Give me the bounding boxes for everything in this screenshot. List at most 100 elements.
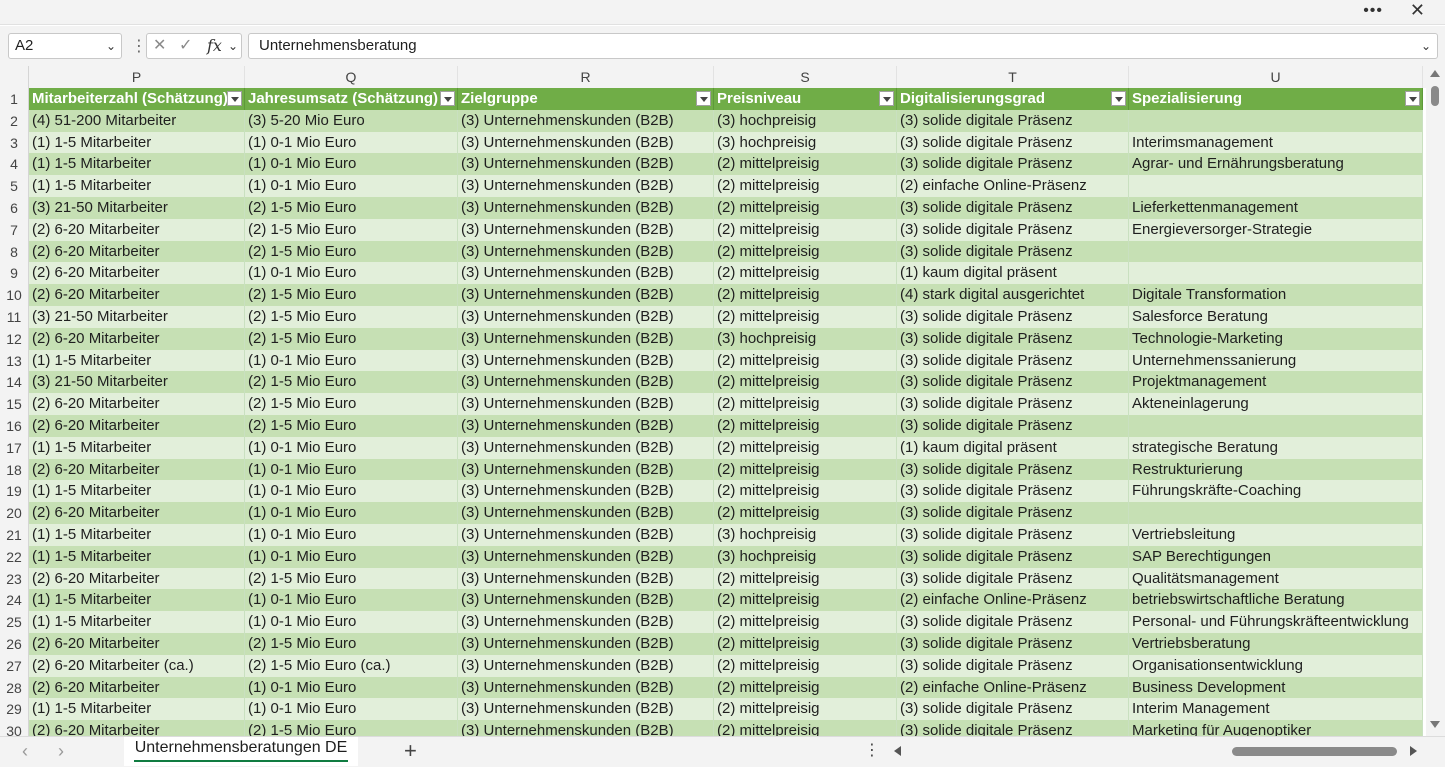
chevron-down-icon[interactable]: ⌄ xyxy=(106,34,116,58)
row-number[interactable]: 25 xyxy=(0,611,29,634)
table-cell[interactable]: (2) 1-5 Mio Euro xyxy=(245,720,458,736)
table-cell[interactable]: (2) 6-20 Mitarbeiter xyxy=(29,327,245,350)
row-number[interactable]: 3 xyxy=(0,131,29,154)
table-cell[interactable]: (1) 1-5 Mitarbeiter xyxy=(29,480,245,503)
table-cell[interactable]: (2) 6-20 Mitarbeiter (ca.) xyxy=(29,654,245,677)
table-cell[interactable]: Digitale Transformation xyxy=(1129,284,1423,307)
table-cell[interactable]: Agrar- und Ernährungsberatung xyxy=(1129,153,1423,176)
table-cell[interactable]: (3) Unternehmenskunden (B2B) xyxy=(458,676,714,699)
table-cell[interactable]: (2) mittelpreisig xyxy=(714,611,897,634)
table-cell[interactable]: (1) 0-1 Mio Euro xyxy=(245,436,458,459)
row-number[interactable]: 13 xyxy=(0,349,29,372)
table-cell[interactable]: (2) mittelpreisig xyxy=(714,676,897,699)
table-cell[interactable]: (3) Unternehmenskunden (B2B) xyxy=(458,545,714,568)
table-cell[interactable]: (2) einfache Online-Präsenz xyxy=(897,676,1129,699)
row-number[interactable]: 6 xyxy=(0,197,29,219)
table-cell[interactable]: (3) solide digitale Präsenz xyxy=(897,458,1129,481)
more-options-icon[interactable]: ••• xyxy=(1363,2,1383,20)
table-cell[interactable]: (3) solide digitale Präsenz xyxy=(897,524,1129,546)
table-header-cell[interactable]: Digitalisierungsgrad xyxy=(897,88,1129,110)
table-cell[interactable]: (3) Unternehmenskunden (B2B) xyxy=(458,567,714,590)
table-cell[interactable]: (2) mittelpreisig xyxy=(714,436,897,459)
table-cell[interactable]: (2) 1-5 Mio Euro xyxy=(245,218,458,241)
table-cell[interactable]: (2) 1-5 Mio Euro xyxy=(245,393,458,416)
table-cell[interactable]: (2) 6-20 Mitarbeiter xyxy=(29,502,245,525)
table-cell[interactable]: Organisationsentwicklung xyxy=(1129,654,1423,677)
table-cell[interactable]: (1) 1-5 Mitarbeiter xyxy=(29,349,245,372)
filter-dropdown-icon[interactable] xyxy=(1405,91,1420,106)
row-number[interactable]: 10 xyxy=(0,284,29,307)
row-number[interactable]: 15 xyxy=(0,393,29,416)
row-number[interactable]: 30 xyxy=(0,720,29,736)
table-cell[interactable]: (3) Unternehmenskunden (B2B) xyxy=(458,458,714,481)
table-cell[interactable]: Lieferkettenmanagement xyxy=(1129,197,1423,219)
row-number[interactable]: 1 xyxy=(0,88,29,110)
column-header-p[interactable]: P xyxy=(29,66,245,88)
row-number[interactable]: 20 xyxy=(0,502,29,525)
table-cell[interactable]: (3) Unternehmenskunden (B2B) xyxy=(458,633,714,655)
table-cell[interactable]: (2) mittelpreisig xyxy=(714,393,897,416)
table-cell[interactable]: Vertriebsberatung xyxy=(1129,633,1423,655)
table-cell[interactable]: Akteneinlagerung xyxy=(1129,393,1423,416)
row-number[interactable]: 14 xyxy=(0,371,29,394)
row-number[interactable]: 24 xyxy=(0,589,29,612)
table-cell[interactable]: (2) 6-20 Mitarbeiter xyxy=(29,415,245,437)
table-cell[interactable]: betriebswirtschaftliche Beratung xyxy=(1129,589,1423,612)
table-cell[interactable]: (3) Unternehmenskunden (B2B) xyxy=(458,480,714,503)
table-cell[interactable] xyxy=(1129,109,1423,132)
table-cell[interactable]: (3) Unternehmenskunden (B2B) xyxy=(458,698,714,721)
table-cell[interactable]: (2) 6-20 Mitarbeiter xyxy=(29,633,245,655)
table-cell[interactable]: (3) Unternehmenskunden (B2B) xyxy=(458,349,714,372)
table-cell[interactable]: (2) 6-20 Mitarbeiter xyxy=(29,458,245,481)
row-number[interactable]: 5 xyxy=(0,175,29,198)
row-number[interactable]: 19 xyxy=(0,480,29,503)
table-cell[interactable]: (1) 1-5 Mitarbeiter xyxy=(29,175,245,198)
table-cell[interactable]: (1) 0-1 Mio Euro xyxy=(245,676,458,699)
table-cell[interactable]: (3) solide digitale Präsenz xyxy=(897,349,1129,372)
column-header-r[interactable]: R xyxy=(458,66,714,88)
table-cell[interactable]: (2) mittelpreisig xyxy=(714,698,897,721)
table-cell[interactable]: Vertriebsleitung xyxy=(1129,524,1423,546)
table-cell[interactable]: (1) 1-5 Mitarbeiter xyxy=(29,436,245,459)
table-cell[interactable]: (2) mittelpreisig xyxy=(714,349,897,372)
table-cell[interactable]: (3) solide digitale Präsenz xyxy=(897,371,1129,394)
table-cell[interactable]: (3) solide digitale Präsenz xyxy=(897,327,1129,350)
row-number[interactable]: 23 xyxy=(0,567,29,590)
scroll-down-icon[interactable] xyxy=(1430,721,1440,728)
table-cell[interactable]: (3) Unternehmenskunden (B2B) xyxy=(458,589,714,612)
table-cell[interactable]: (2) 6-20 Mitarbeiter xyxy=(29,262,245,285)
table-cell[interactable]: (2) mittelpreisig xyxy=(714,218,897,241)
sheet-tab-active[interactable]: Unternehmensberatungen DE xyxy=(124,737,358,766)
row-number[interactable]: 12 xyxy=(0,327,29,350)
table-cell[interactable]: SAP Berechtigungen xyxy=(1129,545,1423,568)
table-cell[interactable]: (1) 1-5 Mitarbeiter xyxy=(29,524,245,546)
table-cell[interactable]: Projektmanagement xyxy=(1129,371,1423,394)
table-cell[interactable]: (3) Unternehmenskunden (B2B) xyxy=(458,284,714,307)
table-cell[interactable]: Restrukturierung xyxy=(1129,458,1423,481)
row-number[interactable]: 4 xyxy=(0,153,29,176)
column-header-t[interactable]: T xyxy=(897,66,1129,88)
table-cell[interactable]: (3) Unternehmenskunden (B2B) xyxy=(458,262,714,285)
chevron-down-icon[interactable]: ⌄ xyxy=(228,34,238,58)
table-cell[interactable]: (2) mittelpreisig xyxy=(714,284,897,307)
row-number[interactable]: 28 xyxy=(0,676,29,699)
table-cell[interactable]: (2) 6-20 Mitarbeiter xyxy=(29,676,245,699)
filter-dropdown-icon[interactable] xyxy=(879,91,894,106)
table-cell[interactable]: strategische Beratung xyxy=(1129,436,1423,459)
table-cell[interactable]: (3) Unternehmenskunden (B2B) xyxy=(458,654,714,677)
row-number[interactable]: 26 xyxy=(0,633,29,655)
table-cell[interactable]: (3) solide digitale Präsenz xyxy=(897,131,1129,154)
column-header-q[interactable]: Q xyxy=(245,66,458,88)
table-cell[interactable]: (1) 0-1 Mio Euro xyxy=(245,175,458,198)
table-cell[interactable]: (2) mittelpreisig xyxy=(714,306,897,328)
row-number[interactable]: 9 xyxy=(0,262,29,285)
table-cell[interactable]: (2) 6-20 Mitarbeiter xyxy=(29,567,245,590)
table-cell[interactable]: (3) solide digitale Präsenz xyxy=(897,502,1129,525)
table-cell[interactable]: (2) mittelpreisig xyxy=(714,262,897,285)
column-header-s[interactable]: S xyxy=(714,66,897,88)
table-cell[interactable]: (1) 0-1 Mio Euro xyxy=(245,698,458,721)
table-cell[interactable]: (1) 0-1 Mio Euro xyxy=(245,153,458,176)
table-header-cell[interactable]: Preisniveau xyxy=(714,88,897,110)
filter-dropdown-icon[interactable] xyxy=(440,91,455,106)
table-cell[interactable]: (2) 1-5 Mio Euro xyxy=(245,327,458,350)
